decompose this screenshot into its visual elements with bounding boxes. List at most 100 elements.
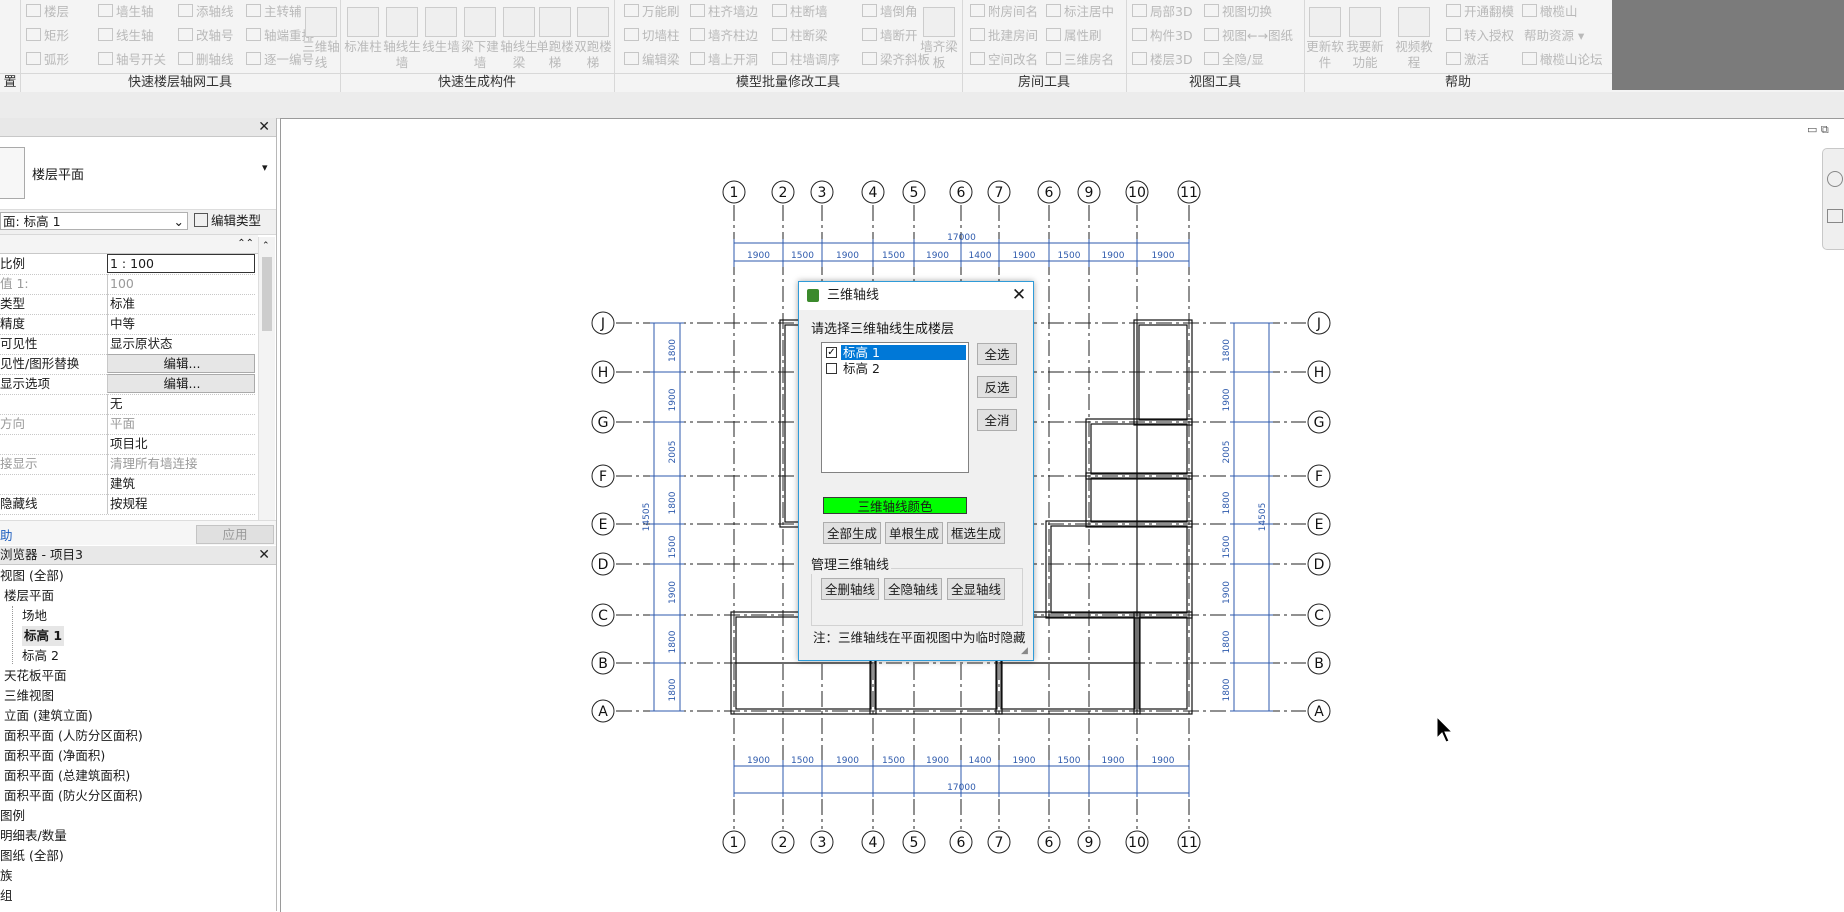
forum-button[interactable]: 橄榄山论坛 [1522, 50, 1603, 70]
scroll-thumb[interactable] [262, 257, 272, 331]
view-restore-icon[interactable]: ▭ ⧉ [1807, 123, 1829, 137]
tree-item[interactable]: 场地 [22, 606, 47, 626]
tree-item[interactable]: 面积平面 (净面积) [4, 746, 105, 766]
axis-beam-button[interactable]: 轴线生梁 [500, 4, 538, 71]
select-all-button[interactable]: 全选 [977, 343, 1017, 365]
property-row[interactable]: 见性/图形替换 编辑... [0, 354, 255, 375]
tree-item[interactable]: 面积平面 (防火分区面积) [4, 786, 143, 806]
level-checkbox[interactable] [826, 363, 837, 374]
batch-room-button[interactable]: 批建房间 [970, 26, 1038, 46]
tree-item[interactable]: 组 [0, 886, 13, 906]
steering-wheel-icon[interactable] [1827, 171, 1843, 187]
generate-box-button[interactable]: 框选生成 [947, 522, 1005, 544]
property-row[interactable]: 方向 平面 [0, 414, 255, 435]
generate-single-button[interactable]: 单根生成 [885, 522, 943, 544]
single-stair-button[interactable]: 单跑楼梯 [536, 4, 574, 71]
delete-axis-button[interactable]: 删轴线 [178, 50, 234, 70]
property-row[interactable]: 类型 标准 [0, 294, 255, 315]
standard-column-button[interactable]: 标准柱 [344, 4, 382, 55]
3d-axis-button[interactable]: 三维轴线 [302, 4, 340, 71]
3d-room-name-button[interactable]: 三维房名 [1046, 50, 1114, 70]
chevron-down-icon[interactable]: ▾ [262, 161, 268, 174]
wall-align-column-button[interactable]: 墙齐柱边 [690, 26, 758, 46]
property-row[interactable]: 值 1: 100 [0, 274, 255, 295]
properties-scrollbar[interactable]: ⌃ ⌄ [258, 237, 275, 533]
wall[interactable] [1045, 520, 1193, 619]
edit-button[interactable]: 编辑... [107, 374, 255, 393]
tree-item[interactable]: 视图 (全部) [0, 566, 64, 586]
list-item[interactable]: 标高 2 [824, 361, 966, 376]
property-row[interactable]: 隐藏线 按规程 [0, 494, 255, 515]
wall[interactable] [1090, 477, 1188, 523]
edit-type-button[interactable]: 编辑类型 [194, 212, 261, 230]
invert-selection-button[interactable]: 反选 [977, 376, 1017, 398]
clear-selection-button[interactable]: 全消 [977, 409, 1017, 431]
double-stair-button[interactable]: 双跑楼梯 [574, 4, 612, 71]
arc-grid-button[interactable]: 弧形 [26, 50, 69, 70]
wall-split-button[interactable]: 墙断开 [862, 26, 918, 46]
tree-item[interactable]: 图纸 (全部) [0, 846, 64, 866]
property-value[interactable]: 1 : 100 [107, 254, 255, 273]
room-name-button[interactable]: 附房间名 [970, 2, 1038, 22]
add-axis-button[interactable]: 添轴线 [178, 2, 234, 22]
tree-item[interactable]: 楼层平面 [4, 586, 54, 606]
close-icon[interactable]: ✕ [258, 118, 270, 136]
axis-color-button[interactable]: 三维轴线颜色 [823, 497, 967, 514]
list-item[interactable]: ✓ 标高 1 [824, 345, 966, 360]
open-modeling-button[interactable]: 开通翻模 [1446, 2, 1514, 22]
tree-item[interactable]: 族 [0, 866, 13, 886]
beam-wall-button[interactable]: 梁下建墙 [461, 4, 499, 71]
edit-beam-button[interactable]: 编辑梁 [624, 50, 680, 70]
tree-item[interactable]: 立面 (建筑立面) [4, 706, 93, 726]
wall[interactable] [1085, 472, 1193, 528]
property-row[interactable]: 可见性 显示原状态 [0, 334, 255, 355]
type-selector[interactable]: 楼层平面 ▾ [0, 137, 276, 210]
property-row[interactable]: 无 [0, 394, 255, 415]
tag-center-button[interactable]: 标注居中 [1046, 2, 1114, 22]
view-sheet-button[interactable]: 视图←→图纸 [1204, 26, 1293, 46]
level-checkbox[interactable]: ✓ [826, 347, 837, 358]
properties-group-header[interactable]: ⌃⌃ [0, 235, 258, 254]
cut-wall-column-button[interactable]: 切墙柱 [624, 26, 680, 46]
level-list[interactable]: ✓ 标高 1 标高 2 [821, 342, 969, 473]
show-all-axes-button[interactable]: 全显轴线 [947, 578, 1005, 600]
property-row[interactable]: 比例 1 : 100 [0, 254, 255, 275]
property-row[interactable]: 建筑 [0, 474, 255, 495]
tree-item[interactable]: 明细表/数量 [0, 826, 67, 846]
edit-button[interactable]: 编辑... [107, 354, 255, 373]
column-break-beam-button[interactable]: 柱断梁 [772, 26, 828, 46]
property-row[interactable]: 显示选项 编辑... [0, 374, 255, 395]
property-brush-button[interactable]: 属性刷 [1046, 26, 1102, 46]
axis-wall-button[interactable]: 轴线生墙 [383, 4, 421, 71]
wall[interactable] [1050, 525, 1188, 614]
column-wall-order-button[interactable]: 柱墙调序 [772, 50, 840, 70]
wall-chamfer-button[interactable]: 墙倒角 [862, 2, 918, 22]
floor-3d-button[interactable]: 楼层3D [1132, 50, 1193, 70]
zoom-icon[interactable] [1827, 209, 1843, 223]
space-rename-button[interactable]: 空间改名 [970, 50, 1038, 70]
tree-item[interactable]: 三维视图 [4, 686, 54, 706]
hide-all-axes-button[interactable]: 全隐轴线 [884, 578, 942, 600]
olive-mountain-button[interactable]: 橄榄山 [1522, 2, 1578, 22]
property-row[interactable]: 精度 中等 [0, 314, 255, 335]
wall-opening-button[interactable]: 墙上开洞 [690, 50, 758, 70]
hide-show-all-button[interactable]: 全隐/显 [1204, 50, 1264, 70]
axis-number-toggle-button[interactable]: 轴号开关 [98, 50, 166, 70]
line-to-axis-button[interactable]: 线生轴 [98, 26, 154, 46]
close-icon[interactable]: ✕ [1009, 282, 1029, 310]
update-software-button[interactable]: 更新软件 [1306, 4, 1344, 71]
view-switch-button[interactable]: 视图切换 [1204, 2, 1272, 22]
line-wall-button[interactable]: 线生墙 [422, 4, 460, 55]
transfer-license-button[interactable]: 转入授权 [1446, 26, 1514, 46]
instance-selector[interactable]: 面: 标高 1 ⌄ [0, 212, 188, 230]
property-row[interactable]: 项目北 [0, 434, 255, 455]
tree-item[interactable]: 面积平面 (总建筑面积) [4, 766, 130, 786]
wall[interactable] [1085, 418, 1193, 480]
properties-help-link[interactable]: 助 [0, 525, 13, 544]
main-to-sub-button[interactable]: 主转辅 [246, 2, 302, 22]
drawing-view[interactable]: 1 1 2 2 3 3 4 4 5 5 6 6 7 7 6 6 9 9 10 10 11 11 J J H H G G F F E E D D C C… [280, 118, 1844, 912]
tree-item[interactable]: 天花板平面 [4, 666, 67, 686]
component-3d-button[interactable]: 构件3D [1132, 26, 1193, 46]
floor-button[interactable]: 楼层 [26, 2, 69, 22]
video-tutorial-button[interactable]: 视频教程 [1390, 4, 1438, 71]
